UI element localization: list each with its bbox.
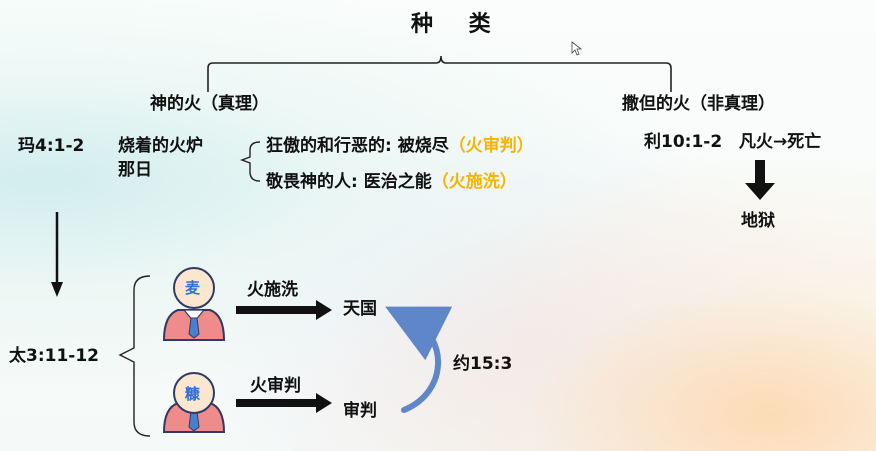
right-branch-label: 撒但的火（非真理） <box>622 94 775 114</box>
john-ref: 约15:3 <box>453 354 513 374</box>
leviticus-ref: 利10:1-2 <box>644 132 723 152</box>
judgement-arrow-label: 火审判 <box>250 376 301 396</box>
curve-arrow <box>385 306 453 413</box>
heaven-label: 天国 <box>343 299 377 319</box>
malachi-ref: 玛4:1-2 <box>18 136 85 156</box>
item-brace <box>240 141 261 182</box>
leviticus-text: 凡火→死亡 <box>739 132 822 152</box>
matthew-ref: 太3:11-12 <box>9 346 99 366</box>
malachi-line1: 烧着的火炉 <box>118 136 203 156</box>
cursor-icon <box>571 41 583 56</box>
chaff-badge: 糠 <box>185 385 201 403</box>
baptism-item-text: 敬畏神的人: 医治之能 <box>266 172 432 192</box>
judgement-label: 审判 <box>343 401 377 421</box>
arrow-baptism <box>236 300 332 320</box>
top-brace <box>207 55 672 92</box>
judgement-item-text: 狂傲的和行恶的: 被烧尽 <box>266 136 449 156</box>
baptism-item: 敬畏神的人: 医治之能（火施洗） <box>266 172 517 192</box>
down-arrow-right <box>745 160 775 200</box>
hell-label: 地狱 <box>741 211 775 231</box>
left-branch-label: 神的火（真理） <box>150 94 269 114</box>
down-arrow-left <box>51 212 63 297</box>
judgement-item: 狂傲的和行恶的: 被烧尽（火审判） <box>266 136 534 156</box>
page-title: 种 类 <box>411 12 505 37</box>
baptism-arrow-label: 火施洗 <box>247 280 298 300</box>
malachi-line2: 那日 <box>118 160 152 180</box>
wheat-badge: 麦 <box>185 279 201 297</box>
person-brace <box>118 275 151 437</box>
baptism-item-tag: （火施洗） <box>431 172 517 192</box>
arrow-judgement <box>236 393 332 413</box>
judgement-item-tag: （火审判） <box>448 136 534 156</box>
